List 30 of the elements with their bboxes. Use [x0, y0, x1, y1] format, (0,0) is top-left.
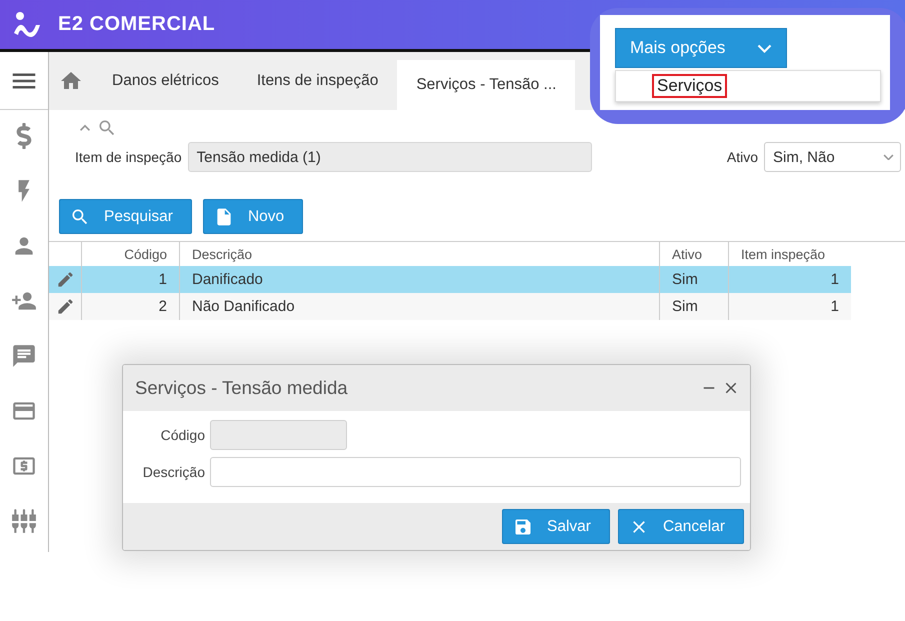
inspection-item-field[interactable]: Tensão medida (1) — [188, 142, 592, 172]
search-icon[interactable] — [97, 118, 117, 138]
field-label: Descrição — [142, 464, 205, 480]
field-label: Código — [160, 427, 205, 443]
chevron-icon — [883, 154, 894, 160]
save-icon — [513, 516, 534, 536]
pencil-icon[interactable] — [56, 270, 74, 289]
tab[interactable]: Danos elétricos — [93, 52, 238, 110]
connectors-icon[interactable] — [11, 508, 37, 534]
active-select[interactable]: Sim, Não — [764, 142, 901, 172]
pencil-icon[interactable] — [56, 297, 74, 316]
dialog-title: Serviços - Tensão medida — [135, 377, 348, 399]
table-cell: Danificado — [179, 266, 659, 293]
app-name: E2 COMERCIAL — [58, 13, 216, 36]
search-icon — [70, 206, 90, 226]
input-field[interactable] — [210, 457, 741, 487]
table-cell: 2 — [81, 293, 179, 320]
table-cell: Sim — [659, 266, 728, 293]
tab[interactable]: Itens de inspeção — [238, 52, 398, 110]
table-cell: 1 — [728, 293, 851, 320]
tab[interactable]: Serviços - Tensão ... — [397, 60, 576, 110]
table-cell: Sim — [659, 293, 728, 320]
table-cell: Não Danificado — [179, 293, 659, 320]
chat-icon[interactable] — [11, 343, 37, 369]
chevron-icon — [757, 44, 772, 52]
field-label: Item de inspeção — [75, 149, 182, 165]
table-cell: 1 — [728, 266, 851, 293]
menu-item[interactable]: Serviços — [652, 74, 728, 98]
table-cell: 1 — [81, 266, 179, 293]
field-label: Ativo — [726, 149, 758, 165]
